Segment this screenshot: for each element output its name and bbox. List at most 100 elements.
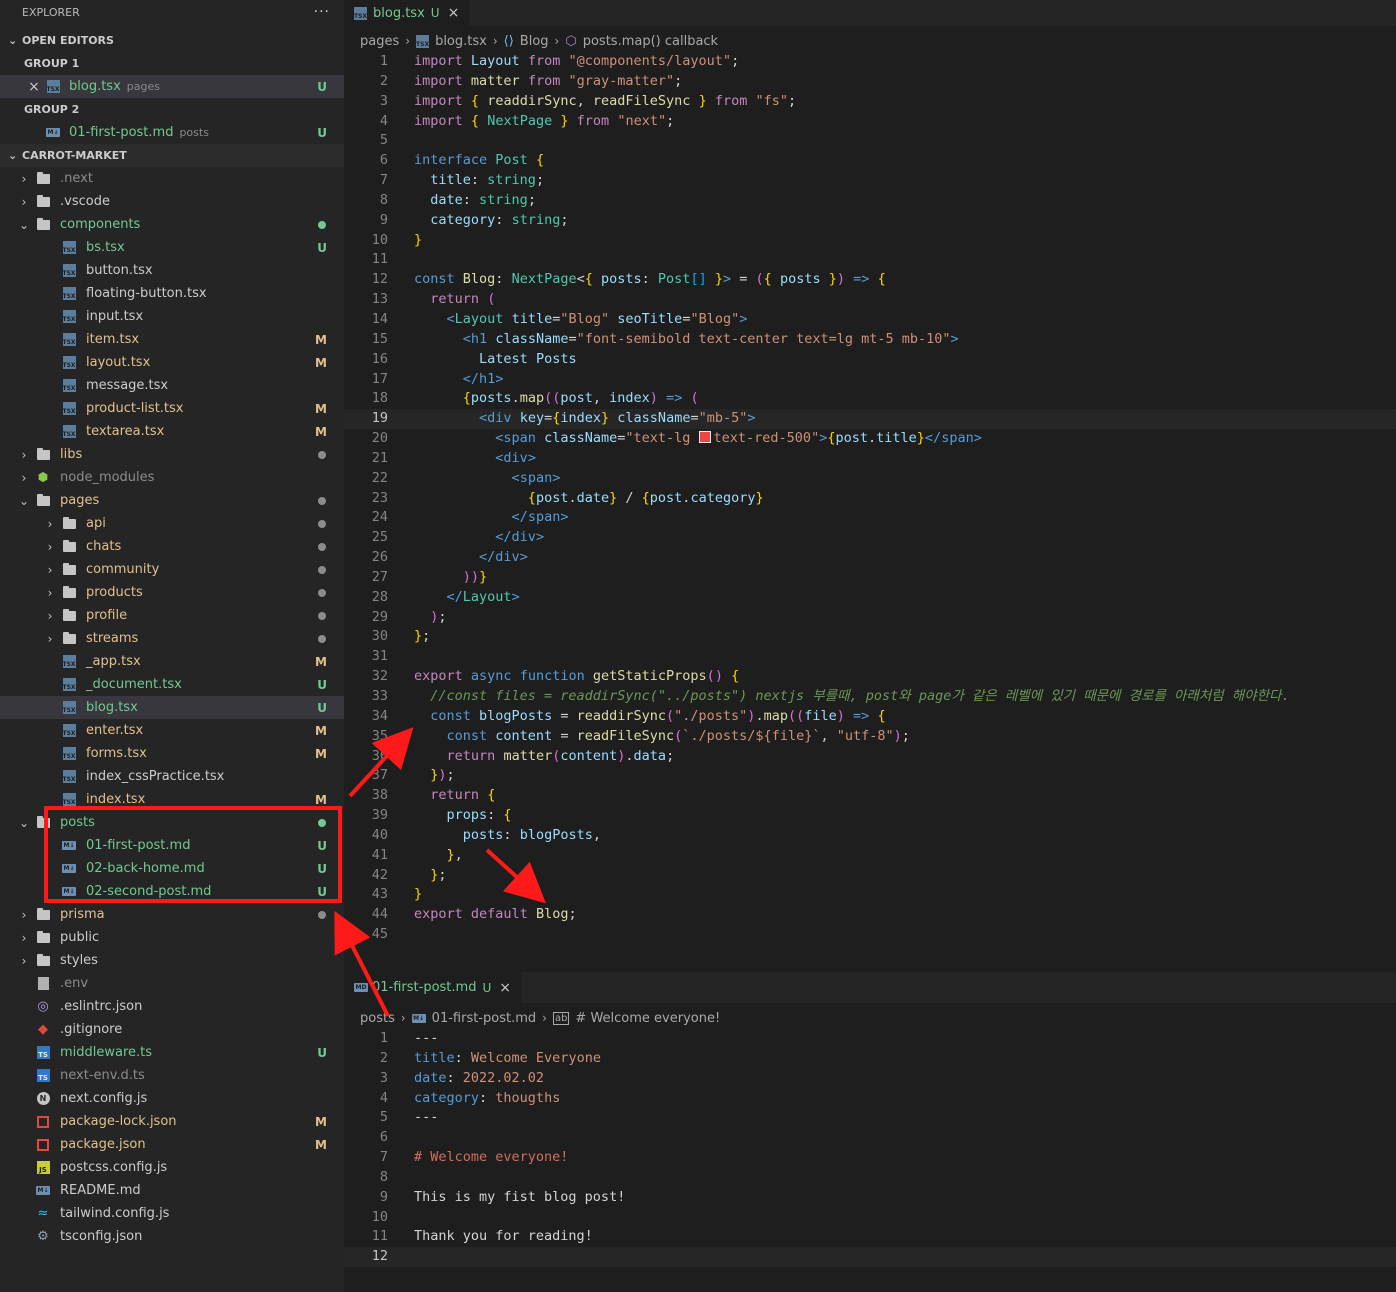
code-line[interactable]: 22 <span>: [344, 469, 1396, 489]
code-line[interactable]: 30};: [344, 627, 1396, 647]
open-editor-first-post[interactable]: M↓ 01-first-post.md posts U: [0, 121, 344, 144]
breadcrumb-item[interactable]: Blog: [520, 34, 549, 49]
tree-folder[interactable]: › chats: [0, 535, 344, 558]
tree-file[interactable]: ⚙ tsconfig.json: [0, 1225, 344, 1248]
code-line[interactable]: 37 });: [344, 766, 1396, 786]
open-editor-blog-tsx[interactable]: × TSX blog.tsx pages U: [0, 75, 344, 98]
tree-folder[interactable]: › libs: [0, 443, 344, 466]
tree-folder[interactable]: › community: [0, 558, 344, 581]
tree-file[interactable]: package-lock.json M: [0, 1110, 344, 1133]
code-line[interactable]: 5 ---: [344, 1108, 1396, 1128]
code-line[interactable]: 11: [344, 250, 1396, 270]
code-line[interactable]: 12 const Blog: NextPage<{ posts: Post[] }…: [344, 270, 1396, 290]
code-editor[interactable]: 1 --- 2 title: Welcome Everyone 3 date: 2022.…: [344, 1029, 1396, 1268]
tree-file[interactable]: ◎ .eslintrc.json: [0, 995, 344, 1018]
code-line[interactable]: 42 };: [344, 866, 1396, 886]
tree-file[interactable]: TS middleware.ts U: [0, 1041, 344, 1064]
tree-folder[interactable]: › prisma: [0, 903, 344, 926]
breadcrumb-item[interactable]: blog.tsx: [435, 34, 487, 49]
tree-file[interactable]: TSX message.tsx: [0, 374, 344, 397]
tree-folder[interactable]: › profile: [0, 604, 344, 627]
project-section[interactable]: ⌄ CARROT-MARKET: [0, 144, 344, 167]
code-line[interactable]: 45: [344, 925, 1396, 945]
breadcrumb-item[interactable]: pages: [360, 34, 399, 49]
code-line[interactable]: 16 Latest Posts: [344, 350, 1396, 370]
tree-file[interactable]: TSX textarea.tsx M: [0, 420, 344, 443]
code-line[interactable]: 20 <span className="text-lg text-red-500…: [344, 429, 1396, 449]
code-line[interactable]: 13 return (: [344, 290, 1396, 310]
code-line[interactable]: 6 interface Post {: [344, 151, 1396, 171]
tree-file[interactable]: TSX forms.tsx M: [0, 742, 344, 765]
close-icon[interactable]: ×: [448, 5, 460, 21]
tree-file[interactable]: Nnext.config.js: [0, 1087, 344, 1110]
code-line[interactable]: 18 {posts.map((post, index) => (: [344, 389, 1396, 409]
tree-file[interactable]: JS postcss.config.js: [0, 1156, 344, 1179]
tab-first-post-md[interactable]: MD 01-first-post.md U ×: [344, 972, 521, 1003]
code-line[interactable]: 19 <div key={index} className="mb-5">: [344, 409, 1396, 430]
code-line[interactable]: 34 const blogPosts = readdirSync("./post…: [344, 707, 1396, 727]
code-line[interactable]: 24 </span>: [344, 508, 1396, 528]
tree-file[interactable]: TSX index.tsx M: [0, 788, 344, 811]
tree-folder[interactable]: › streams: [0, 627, 344, 650]
tree-folder[interactable]: › .next: [0, 167, 344, 190]
tree-file[interactable]: TSX blog.tsx U: [0, 696, 344, 719]
code-line[interactable]: 33 //const files = readdirSync("../posts…: [344, 687, 1396, 707]
code-line[interactable]: 3 date: 2022.02.02: [344, 1069, 1396, 1089]
code-line[interactable]: 28 </Layout>: [344, 588, 1396, 608]
tree-folder[interactable]: ⌄ pages: [0, 489, 344, 512]
code-line[interactable]: 7 # Welcome everyone!: [344, 1148, 1396, 1168]
code-line[interactable]: 14 <Layout title="Blog" seoTitle="Blog">: [344, 310, 1396, 330]
tree-folder[interactable]: › .vscode: [0, 190, 344, 213]
code-line[interactable]: 39 props: {: [344, 806, 1396, 826]
breadcrumb-item[interactable]: posts: [360, 1011, 395, 1026]
code-line[interactable]: 17 </h1>: [344, 370, 1396, 390]
tree-file[interactable]: package.json M: [0, 1133, 344, 1156]
tree-file[interactable]: TSX enter.tsx M: [0, 719, 344, 742]
tree-folder[interactable]: ⌄ components: [0, 213, 344, 236]
breadcrumb-item[interactable]: posts.map() callback: [583, 34, 718, 49]
code-line[interactable]: 21 <div>: [344, 449, 1396, 469]
code-line[interactable]: 6: [344, 1128, 1396, 1148]
code-line[interactable]: 35 const content = readFileSync(`./posts…: [344, 727, 1396, 747]
code-line[interactable]: 9 category: string;: [344, 211, 1396, 231]
tree-file[interactable]: TSX bs.tsx U: [0, 236, 344, 259]
code-line[interactable]: 1 ---: [344, 1029, 1396, 1049]
code-line[interactable]: 29 );: [344, 608, 1396, 628]
code-line[interactable]: 32 export async function getStaticProps()…: [344, 667, 1396, 687]
code-line[interactable]: 11 Thank you for reading!: [344, 1227, 1396, 1247]
code-line[interactable]: 4 import { NextPage } from "next";: [344, 112, 1396, 132]
tree-file[interactable]: TSX button.tsx: [0, 259, 344, 282]
breadcrumb-item[interactable]: 01-first-post.md: [432, 1011, 536, 1026]
code-line[interactable]: 9 This is my fist blog post!: [344, 1188, 1396, 1208]
code-line[interactable]: 8: [344, 1168, 1396, 1188]
tree-folder[interactable]: › public: [0, 926, 344, 949]
tree-file[interactable]: TS next-env.d.ts: [0, 1064, 344, 1087]
tree-file[interactable]: M↓ 01-first-post.md U: [0, 834, 344, 857]
code-editor[interactable]: 1 import Layout from "@components/layout"…: [344, 52, 1396, 945]
code-line[interactable]: 2 title: Welcome Everyone: [344, 1049, 1396, 1069]
tree-folder[interactable]: › api: [0, 512, 344, 535]
code-line[interactable]: 23 {post.date} / {post.category}: [344, 489, 1396, 509]
code-line[interactable]: 10: [344, 1208, 1396, 1228]
tree-folder[interactable]: › ⬢ node_modules: [0, 466, 344, 489]
tree-file[interactable]: ≈ tailwind.config.js: [0, 1202, 344, 1225]
code-line[interactable]: 26 </div>: [344, 548, 1396, 568]
code-line[interactable]: 8 date: string;: [344, 191, 1396, 211]
close-icon[interactable]: ×: [499, 980, 511, 996]
code-line[interactable]: 25 </div>: [344, 528, 1396, 548]
tree-folder[interactable]: ⌄ posts: [0, 811, 344, 834]
code-line[interactable]: 3 import { readdirSync, readFileSync } fr…: [344, 92, 1396, 112]
code-line[interactable]: 43}: [344, 885, 1396, 905]
tree-file[interactable]: TSX layout.tsx M: [0, 351, 344, 374]
tree-file[interactable]: M↓ README.md: [0, 1179, 344, 1202]
code-line[interactable]: 7 title: string;: [344, 171, 1396, 191]
code-line[interactable]: 4 category: thougths: [344, 1089, 1396, 1109]
tree-file[interactable]: TSX _document.tsx U: [0, 673, 344, 696]
code-line[interactable]: 2 import matter from "gray-matter";: [344, 72, 1396, 92]
tree-folder[interactable]: › styles: [0, 949, 344, 972]
code-line[interactable]: 44 export default Blog;: [344, 905, 1396, 925]
code-line[interactable]: 5: [344, 131, 1396, 151]
tree-folder[interactable]: › products: [0, 581, 344, 604]
tree-file[interactable]: TSX item.tsx M: [0, 328, 344, 351]
code-line[interactable]: 27 ))}: [344, 568, 1396, 588]
